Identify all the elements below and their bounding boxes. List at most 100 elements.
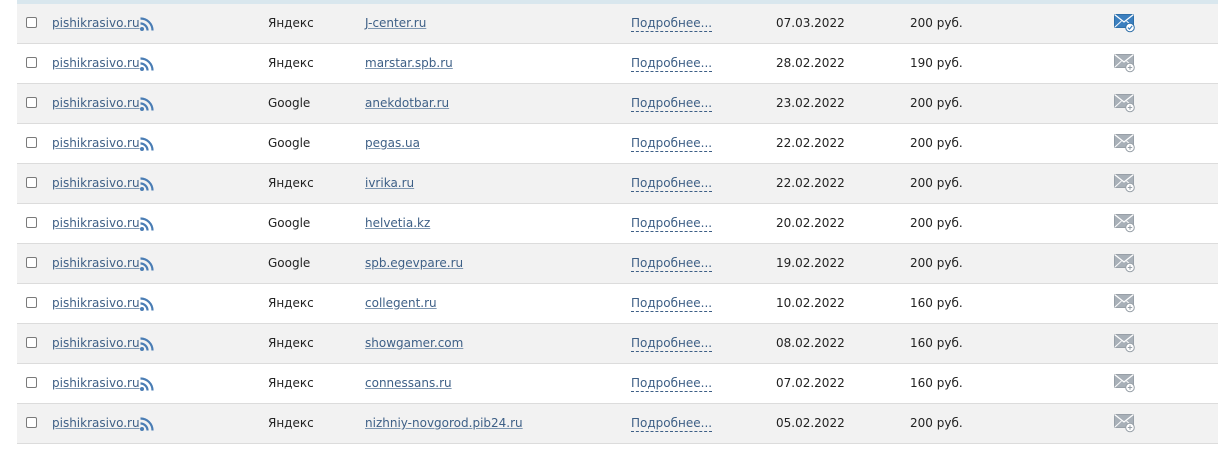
row-checkbox[interactable]: [26, 217, 37, 228]
site-link[interactable]: pishikrasivo.ru: [52, 376, 140, 390]
details-link[interactable]: Подробнее...: [631, 176, 713, 192]
donor-cell: connessans.ru: [365, 364, 452, 403]
site-link[interactable]: pishikrasivo.ru: [52, 336, 140, 350]
price: 200 руб.: [910, 216, 963, 230]
donor-link[interactable]: showgamer.com: [365, 336, 463, 350]
site-link[interactable]: pishikrasivo.ru: [52, 56, 140, 70]
table-row: pishikrasivo.ru Яндекс connessans.ru Под…: [17, 364, 1218, 404]
donor-cell: showgamer.com: [365, 324, 463, 363]
rss-icon[interactable]: [139, 136, 155, 152]
search-engine: Яндекс: [268, 416, 314, 430]
donor-cell: nizhniy-novgorod.pib24.ru: [365, 404, 523, 443]
details-link[interactable]: Подробнее...: [631, 256, 713, 272]
table-row: pishikrasivo.ru Google pegas.ua Подробне…: [17, 124, 1218, 164]
search-engine: Яндекс: [268, 376, 314, 390]
date: 10.02.2022: [776, 296, 845, 310]
envelope-plus-icon[interactable]: [1114, 54, 1136, 73]
donor-link[interactable]: pegas.ua: [365, 136, 420, 150]
rss-icon[interactable]: [139, 96, 155, 112]
envelope-plus-icon[interactable]: [1114, 254, 1136, 273]
table-row: pishikrasivo.ru Google anekdotbar.ru Под…: [17, 84, 1218, 124]
donor-cell: anekdotbar.ru: [365, 84, 449, 123]
rss-icon[interactable]: [139, 56, 155, 72]
envelope-plus-icon[interactable]: [1114, 134, 1136, 153]
site-link[interactable]: pishikrasivo.ru: [52, 16, 140, 30]
donor-link[interactable]: ivrika.ru: [365, 176, 414, 190]
date: 07.03.2022: [776, 16, 845, 30]
site-link[interactable]: pishikrasivo.ru: [52, 176, 140, 190]
row-checkbox[interactable]: [26, 177, 37, 188]
details-cell: Подробнее...: [631, 284, 713, 323]
price: 200 руб.: [910, 176, 963, 190]
site-cell: pishikrasivo.ru: [52, 404, 140, 443]
details-cell: Подробнее...: [631, 4, 713, 43]
search-engine: Яндекс: [268, 16, 314, 30]
date: 22.02.2022: [776, 136, 845, 150]
details-link[interactable]: Подробнее...: [631, 136, 713, 152]
site-link[interactable]: pishikrasivo.ru: [52, 296, 140, 310]
rss-icon[interactable]: [139, 296, 155, 312]
row-checkbox[interactable]: [26, 57, 37, 68]
site-link[interactable]: pishikrasivo.ru: [52, 416, 140, 430]
donor-link[interactable]: connessans.ru: [365, 376, 452, 390]
details-cell: Подробнее...: [631, 324, 713, 363]
rss-icon[interactable]: [139, 16, 155, 32]
rss-icon[interactable]: [139, 256, 155, 272]
envelope-plus-icon[interactable]: [1114, 374, 1136, 393]
table-row: pishikrasivo.ru Google helvetia.kz Подро…: [17, 204, 1218, 244]
envelope-plus-icon[interactable]: [1114, 214, 1136, 233]
details-cell: Подробнее...: [631, 244, 713, 283]
donor-cell: ivrika.ru: [365, 164, 414, 203]
donor-link[interactable]: J-center.ru: [365, 16, 426, 30]
site-cell: pishikrasivo.ru: [52, 124, 140, 163]
site-link[interactable]: pishikrasivo.ru: [52, 96, 140, 110]
rss-icon[interactable]: [139, 336, 155, 352]
rss-icon[interactable]: [139, 416, 155, 432]
site-cell: pishikrasivo.ru: [52, 204, 140, 243]
rss-icon[interactable]: [139, 216, 155, 232]
price: 200 руб.: [910, 16, 963, 30]
site-link[interactable]: pishikrasivo.ru: [52, 216, 140, 230]
row-checkbox[interactable]: [26, 137, 37, 148]
donor-link[interactable]: helvetia.kz: [365, 216, 430, 230]
donor-link[interactable]: nizhniy-novgorod.pib24.ru: [365, 416, 523, 430]
donor-link[interactable]: marstar.spb.ru: [365, 56, 453, 70]
row-checkbox[interactable]: [26, 417, 37, 428]
donor-link[interactable]: spb.egevpare.ru: [365, 256, 463, 270]
links-table: pishikrasivo.ru Яндекс J-center.ru Подро…: [17, 4, 1218, 444]
site-link[interactable]: pishikrasivo.ru: [52, 256, 140, 270]
details-link[interactable]: Подробнее...: [631, 216, 713, 232]
details-link[interactable]: Подробнее...: [631, 336, 713, 352]
envelope-plus-icon[interactable]: [1114, 414, 1136, 433]
details-cell: Подробнее...: [631, 404, 713, 443]
search-engine: Google: [268, 136, 311, 150]
row-checkbox[interactable]: [26, 257, 37, 268]
row-checkbox[interactable]: [26, 17, 37, 28]
details-cell: Подробнее...: [631, 364, 713, 403]
row-checkbox[interactable]: [26, 377, 37, 388]
row-checkbox[interactable]: [26, 337, 37, 348]
details-link[interactable]: Подробнее...: [631, 96, 713, 112]
row-checkbox[interactable]: [26, 297, 37, 308]
rss-icon[interactable]: [139, 176, 155, 192]
rss-icon[interactable]: [139, 376, 155, 392]
site-cell: pishikrasivo.ru: [52, 84, 140, 123]
envelope-plus-icon[interactable]: [1114, 174, 1136, 193]
donor-link[interactable]: anekdotbar.ru: [365, 96, 449, 110]
envelope-plus-icon[interactable]: [1114, 94, 1136, 113]
envelope-plus-icon[interactable]: [1114, 294, 1136, 313]
details-link[interactable]: Подробнее...: [631, 56, 713, 72]
details-link[interactable]: Подробнее...: [631, 416, 713, 432]
donor-cell: marstar.spb.ru: [365, 44, 453, 83]
details-link[interactable]: Подробнее...: [631, 376, 713, 392]
donor-link[interactable]: collegent.ru: [365, 296, 437, 310]
details-link[interactable]: Подробнее...: [631, 296, 713, 312]
details-link[interactable]: Подробнее...: [631, 16, 713, 32]
row-checkbox[interactable]: [26, 97, 37, 108]
envelope-plus-icon[interactable]: [1114, 334, 1136, 353]
envelope-check-icon[interactable]: [1114, 14, 1136, 33]
site-link[interactable]: pishikrasivo.ru: [52, 136, 140, 150]
price: 200 руб.: [910, 256, 963, 270]
search-engine: Яндекс: [268, 296, 314, 310]
site-cell: pishikrasivo.ru: [52, 364, 140, 403]
